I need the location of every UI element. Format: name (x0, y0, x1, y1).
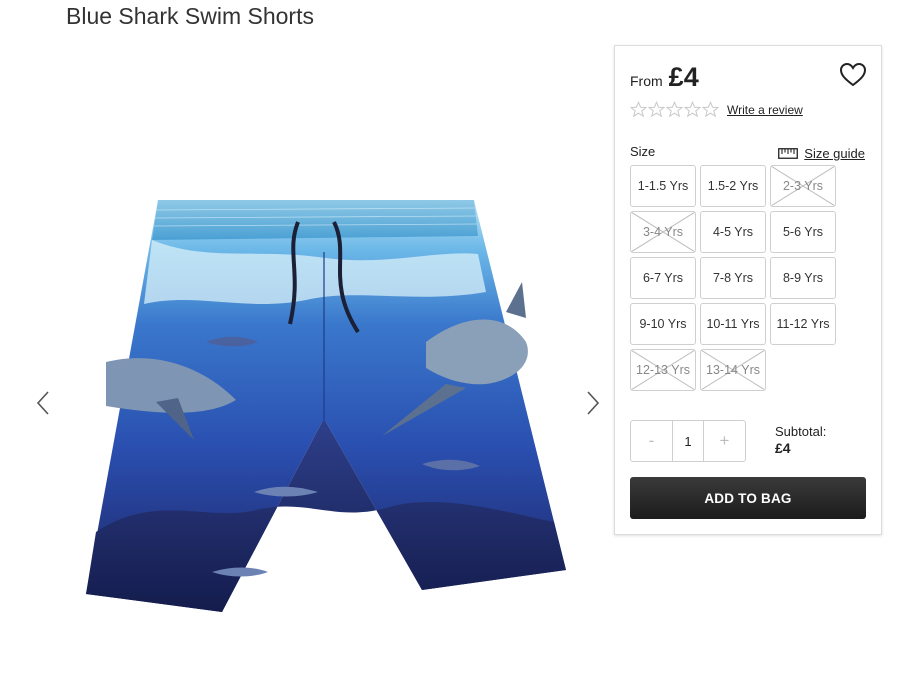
size-options: 1-1.5 Yrs 1.5-2 Yrs 2-3 Yrs 3-4 Yrs 4-5 Yrs 5… (630, 165, 836, 391)
subtotal-value: £4 (775, 440, 791, 456)
star-outline-icon (702, 101, 719, 118)
product-title: Blue Shark Swim Shorts (66, 3, 314, 29)
purchase-panel: From £4 Write a review Size Size guide 1… (614, 45, 882, 535)
star-outline-icon (684, 101, 701, 118)
subtotal: Subtotal: £4 (775, 423, 826, 457)
quantity-input[interactable] (672, 421, 704, 461)
size-option[interactable]: 7-8 Yrs (700, 257, 766, 299)
size-option-label: 6-7 Yrs (642, 271, 684, 285)
price-value: £4 (668, 62, 699, 92)
star-outline-icon (648, 101, 665, 118)
chevron-left-icon (36, 391, 49, 415)
size-option-label: 10-11 Yrs (706, 317, 760, 331)
size-option-label: 13-14 Yrs (706, 363, 760, 377)
size-option[interactable]: 1.5-2 Yrs (700, 165, 766, 207)
size-option-label: 1.5-2 Yrs (707, 179, 759, 193)
size-option-label: 8-9 Yrs (782, 271, 824, 285)
quantity-decrease-button[interactable]: - (631, 421, 672, 461)
size-option[interactable]: 12-13 Yrs (630, 349, 696, 391)
size-label: Size (630, 144, 656, 159)
size-option[interactable]: 6-7 Yrs (630, 257, 696, 299)
star-rating (630, 101, 719, 118)
size-option[interactable]: 8-9 Yrs (770, 257, 836, 299)
size-option-label: 4-5 Yrs (712, 225, 754, 239)
product-image (86, 200, 566, 612)
size-option-label: 5-6 Yrs (782, 225, 824, 239)
write-review-link[interactable]: Write a review (727, 103, 803, 117)
previous-image-button[interactable] (32, 388, 56, 418)
next-image-button[interactable] (580, 388, 604, 418)
size-option[interactable]: 9-10 Yrs (630, 303, 696, 345)
size-option[interactable]: 1-1.5 Yrs (630, 165, 696, 207)
star-outline-icon (630, 101, 647, 118)
size-guide-label: Size guide (804, 146, 865, 161)
chevron-right-icon (587, 391, 600, 415)
size-option[interactable]: 2-3 Yrs (770, 165, 836, 207)
size-option[interactable]: 5-6 Yrs (770, 211, 836, 253)
ruler-icon (778, 148, 799, 159)
size-option[interactable]: 4-5 Yrs (700, 211, 766, 253)
rating: Write a review (630, 101, 803, 118)
size-option-label: 7-8 Yrs (712, 271, 754, 285)
size-option[interactable]: 13-14 Yrs (700, 349, 766, 391)
star-outline-icon (666, 101, 683, 118)
quantity-stepper: - + (630, 420, 746, 462)
subtotal-label: Subtotal: (775, 424, 827, 439)
add-to-bag-button[interactable]: ADD TO BAG (630, 477, 866, 519)
size-option-label: 12-13 Yrs (636, 363, 690, 377)
size-option-label: 9-10 Yrs (639, 317, 687, 331)
size-option[interactable]: 3-4 Yrs (630, 211, 696, 253)
price: From £4 (630, 62, 699, 93)
wishlist-button[interactable] (839, 62, 867, 88)
size-option-label: 3-4 Yrs (642, 225, 684, 239)
size-option-label: 1-1.5 Yrs (637, 179, 689, 193)
price-from-label: From (630, 73, 663, 89)
size-option-label: 2-3 Yrs (782, 179, 824, 193)
size-option[interactable]: 10-11 Yrs (700, 303, 766, 345)
quantity-increase-button[interactable]: + (704, 421, 745, 461)
size-option-label: 11-12 Yrs (776, 317, 830, 331)
size-guide-link[interactable]: Size guide (778, 146, 865, 161)
product-gallery (28, 160, 618, 640)
size-option[interactable]: 11-12 Yrs (770, 303, 836, 345)
heart-icon (839, 62, 867, 87)
